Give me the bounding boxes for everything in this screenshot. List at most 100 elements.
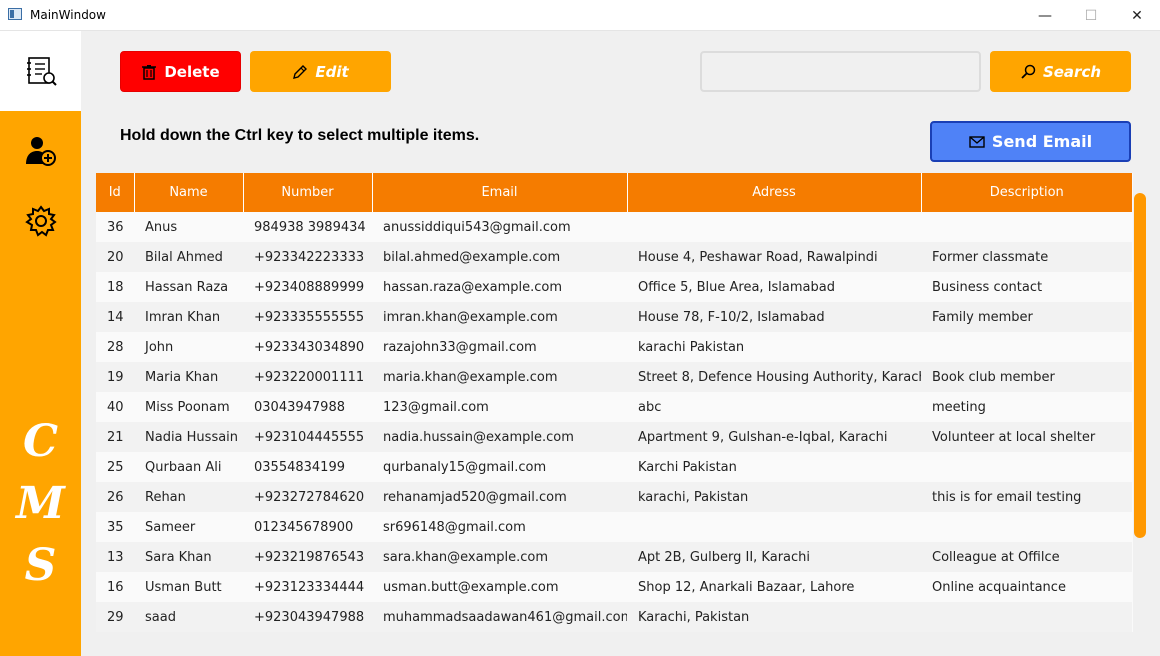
cell-address[interactable]: Apt 2B, Gulberg II, Karachi — [627, 542, 921, 572]
cell-number[interactable]: +923043947988 — [243, 602, 372, 632]
table-row[interactable]: 13 Sara Khan +923219876543 sara.khan@exampl… — [96, 542, 1132, 572]
cell-name[interactable]: Sara Khan — [134, 542, 243, 572]
table-row[interactable]: 16 Usman Butt +923123334444 usman.butt@exam… — [96, 572, 1132, 602]
cell-name[interactable]: Bilal Ahmed — [134, 242, 243, 272]
cell-description[interactable] — [921, 602, 1132, 632]
cell-id[interactable]: 14 — [96, 302, 134, 332]
cell-email[interactable]: sr696148@gmail.com — [372, 512, 627, 542]
table-row[interactable]: 21 Nadia Hussain +923104445555 nadia.hussai… — [96, 422, 1132, 452]
cell-address[interactable]: Karchi Pakistan — [627, 452, 921, 482]
cell-address[interactable]: Office 5, Blue Area, Islamabad — [627, 272, 921, 302]
cell-id[interactable]: 35 — [96, 512, 134, 542]
cell-email[interactable]: hassan.raza@example.com — [372, 272, 627, 302]
cell-id[interactable]: 16 — [96, 572, 134, 602]
column-header-id[interactable]: Id — [96, 173, 135, 212]
sidebar-item-settings[interactable] — [0, 181, 81, 261]
search-input[interactable] — [700, 51, 981, 92]
column-header-address[interactable]: Adress — [627, 173, 922, 212]
table-row[interactable]: 19 Maria Khan +923220001111 maria.khan@exam… — [96, 362, 1132, 392]
cell-name[interactable]: Imran Khan — [134, 302, 243, 332]
cell-number[interactable]: 03554834199 — [243, 452, 372, 482]
sidebar-item-contacts[interactable] — [0, 31, 81, 111]
cell-id[interactable]: 25 — [96, 452, 134, 482]
column-header-name[interactable]: Name — [134, 173, 244, 212]
cell-id[interactable]: 36 — [96, 212, 134, 242]
cell-address[interactable] — [627, 212, 921, 242]
cell-id[interactable]: 18 — [96, 272, 134, 302]
cell-email[interactable]: usman.butt@example.com — [372, 572, 627, 602]
cell-description[interactable] — [921, 512, 1132, 542]
cell-name[interactable]: Qurbaan Ali — [134, 452, 243, 482]
maximize-button[interactable]: ☐ — [1068, 0, 1114, 31]
cell-address[interactable]: House 78, F-10/2, Islamabad — [627, 302, 921, 332]
table-row[interactable]: 26 Rehan +923272784620 rehanamjad520@gmail.… — [96, 482, 1132, 512]
cell-address[interactable]: karachi Pakistan — [627, 332, 921, 362]
cell-address[interactable]: Karachi, Pakistan — [627, 602, 921, 632]
cell-number[interactable]: 984938 3989434 — [243, 212, 372, 242]
cell-number[interactable]: +923220001111 — [243, 362, 372, 392]
cell-number[interactable]: +923219876543 — [243, 542, 372, 572]
table-row[interactable]: 36 Anus 984938 3989434 anussiddiqui543@gmai… — [96, 212, 1132, 242]
cell-email[interactable]: sara.khan@example.com — [372, 542, 627, 572]
cell-email[interactable]: imran.khan@example.com — [372, 302, 627, 332]
minimize-button[interactable]: — — [1022, 0, 1068, 31]
cell-description[interactable]: Former classmate — [921, 242, 1132, 272]
cell-description[interactable] — [921, 332, 1132, 362]
cell-id[interactable]: 21 — [96, 422, 134, 452]
cell-number[interactable]: +923335555555 — [243, 302, 372, 332]
send-email-button[interactable]: Send Email — [930, 121, 1131, 162]
cell-description[interactable]: Book club member — [921, 362, 1132, 392]
cell-name[interactable]: Anus — [134, 212, 243, 242]
cell-number[interactable]: 03043947988 — [243, 392, 372, 422]
cell-description[interactable]: Volunteer at local shelter — [921, 422, 1132, 452]
cell-address[interactable]: abc — [627, 392, 921, 422]
cell-id[interactable]: 40 — [96, 392, 134, 422]
cell-name[interactable]: Hassan Raza — [134, 272, 243, 302]
sidebar-item-add-contact[interactable] — [0, 111, 81, 191]
cell-description[interactable]: Online acquaintance — [921, 572, 1132, 602]
delete-button[interactable]: Delete — [120, 51, 241, 92]
cell-number[interactable]: +923408889999 — [243, 272, 372, 302]
cell-number[interactable]: 012345678900 — [243, 512, 372, 542]
table-row[interactable]: 28 John +923343034890 razajohn33@gmail.com k… — [96, 332, 1132, 362]
cell-description[interactable] — [921, 212, 1132, 242]
cell-number[interactable]: +923272784620 — [243, 482, 372, 512]
cell-number[interactable]: +923342223333 — [243, 242, 372, 272]
column-header-description[interactable]: Description — [921, 173, 1132, 212]
cell-description[interactable]: meeting — [921, 392, 1132, 422]
table-row[interactable]: 25 Qurbaan Ali 03554834199 qurbanaly15@gmai… — [96, 452, 1132, 482]
cell-id[interactable]: 28 — [96, 332, 134, 362]
vertical-scrollbar[interactable] — [1133, 173, 1147, 632]
cell-id[interactable]: 20 — [96, 242, 134, 272]
cell-email[interactable]: 123@gmail.com — [372, 392, 627, 422]
table-row[interactable]: 35 Sameer 012345678900 sr696148@gmail.com — [96, 512, 1132, 542]
cell-id[interactable]: 29 — [96, 602, 134, 632]
cell-name[interactable]: saad — [134, 602, 243, 632]
close-button[interactable]: ✕ — [1114, 0, 1160, 31]
cell-address[interactable]: Apartment 9, Gulshan-e-Iqbal, Karachi — [627, 422, 921, 452]
cell-name[interactable]: Nadia Hussain — [134, 422, 243, 452]
cell-name[interactable]: Sameer — [134, 512, 243, 542]
cell-id[interactable]: 19 — [96, 362, 134, 392]
cell-description[interactable]: Family member — [921, 302, 1132, 332]
table-row[interactable]: 20 Bilal Ahmed +923342223333 bilal.ahmed@ex… — [96, 242, 1132, 272]
column-header-email[interactable]: Email — [372, 173, 628, 212]
table-row[interactable]: 40 Miss Poonam 03043947988 123@gmail.com abc… — [96, 392, 1132, 422]
search-button[interactable]: Search — [990, 51, 1131, 92]
cell-number[interactable]: +923123334444 — [243, 572, 372, 602]
cell-description[interactable]: this is for email testing — [921, 482, 1132, 512]
cell-name[interactable]: Rehan — [134, 482, 243, 512]
cell-address[interactable]: House 4, Peshawar Road, Rawalpindi — [627, 242, 921, 272]
cell-email[interactable]: muhammadsaadawan461@gmail.com — [372, 602, 627, 632]
cell-description[interactable] — [921, 452, 1132, 482]
cell-address[interactable]: Street 8, Defence Housing Authority, Kar… — [627, 362, 921, 392]
cell-number[interactable]: +923104445555 — [243, 422, 372, 452]
table-row[interactable]: 14 Imran Khan +923335555555 imran.khan@exam… — [96, 302, 1132, 332]
cell-email[interactable]: maria.khan@example.com — [372, 362, 627, 392]
cell-address[interactable]: Shop 12, Anarkali Bazaar, Lahore — [627, 572, 921, 602]
cell-email[interactable]: razajohn33@gmail.com — [372, 332, 627, 362]
cell-address[interactable] — [627, 512, 921, 542]
table-row[interactable]: 18 Hassan Raza +923408889999 hassan.raza@ex… — [96, 272, 1132, 302]
cell-email[interactable]: nadia.hussain@example.com — [372, 422, 627, 452]
cell-id[interactable]: 26 — [96, 482, 134, 512]
